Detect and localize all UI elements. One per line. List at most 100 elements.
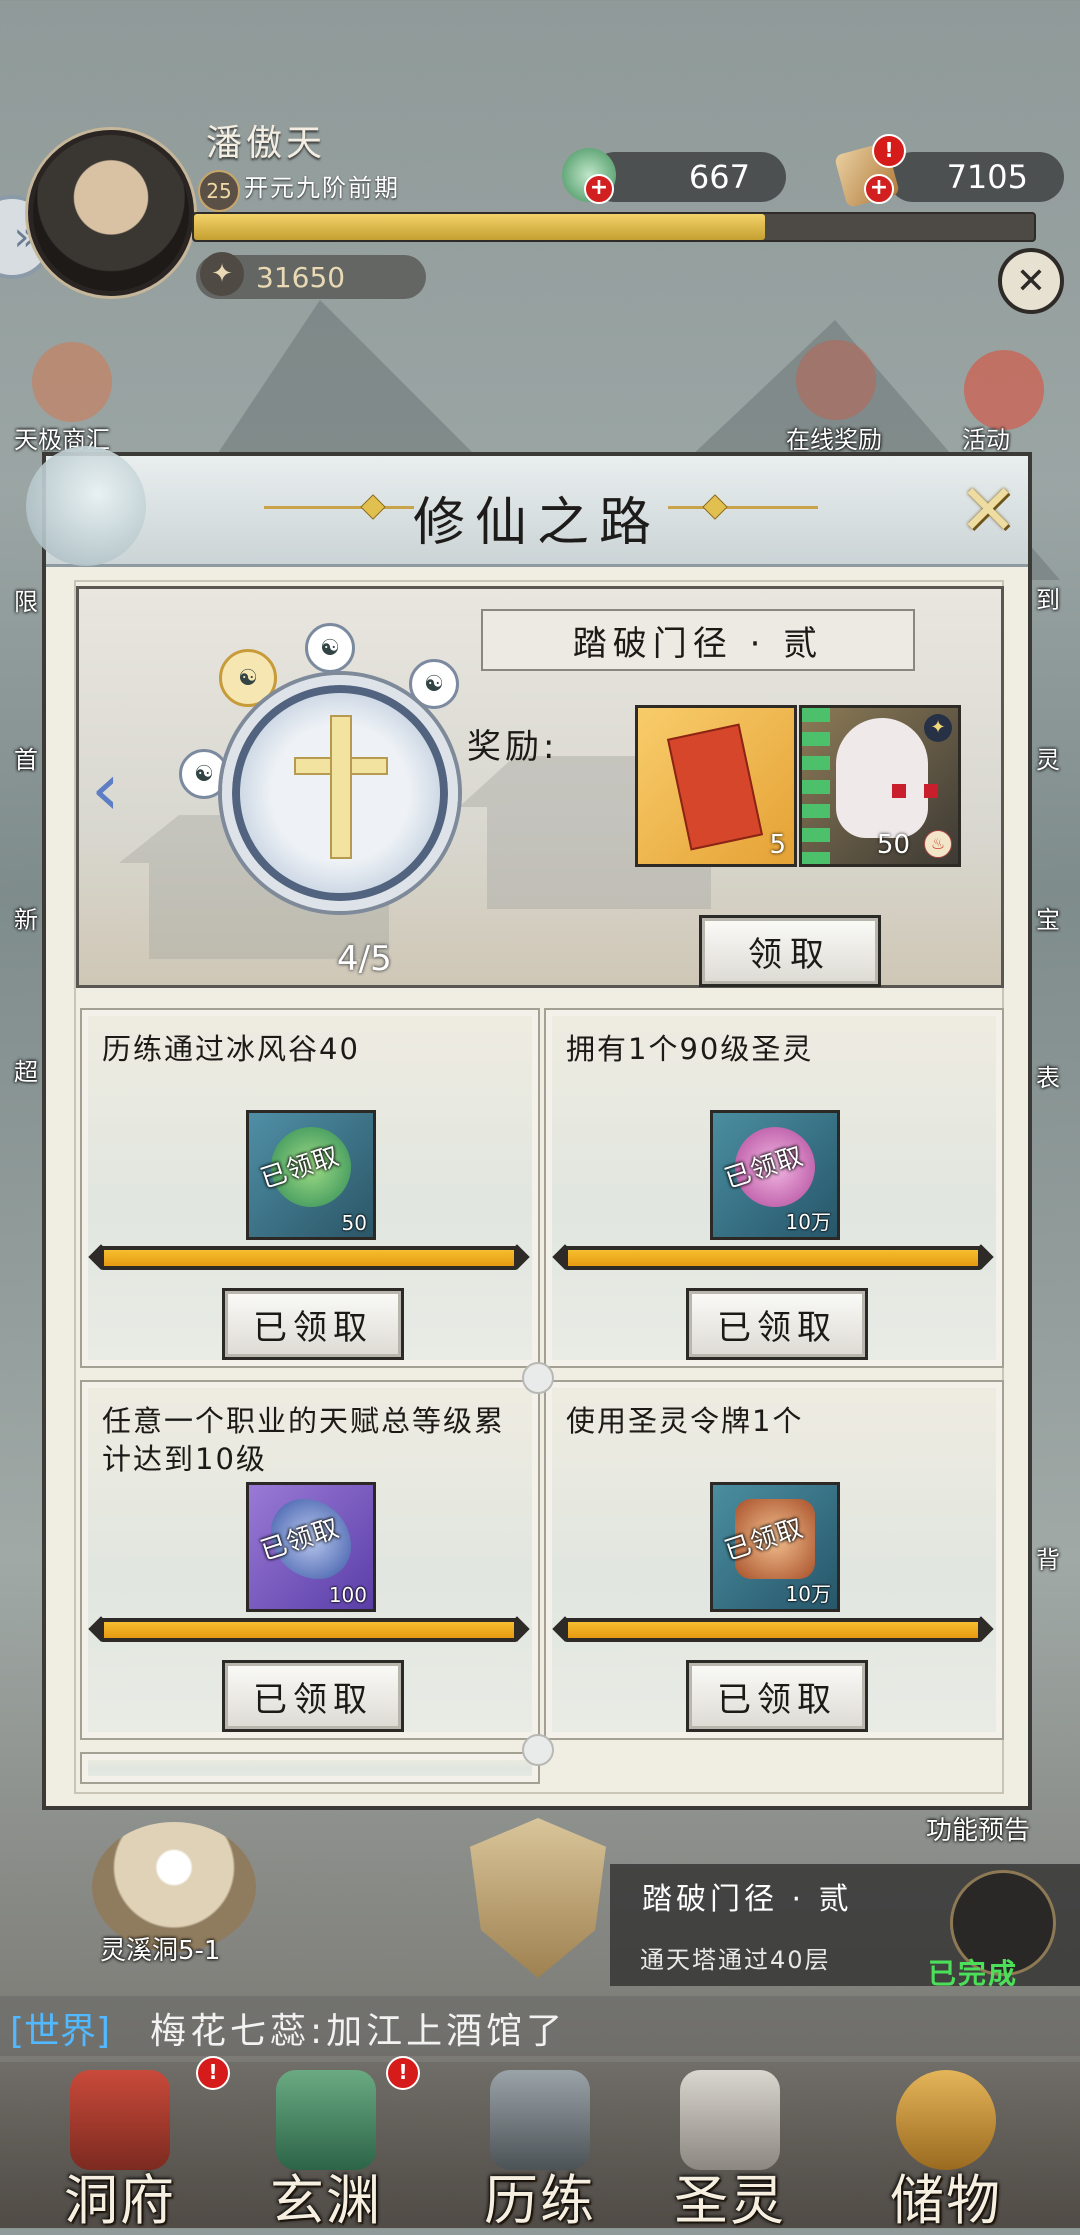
task-title: 历练通过冰风谷40	[102, 1032, 360, 1066]
stage-orb-icon: ☯	[305, 623, 355, 673]
fire-element-icon: ♨	[924, 830, 952, 858]
reward-count: 10万	[785, 1582, 831, 1606]
online-reward-icon[interactable]	[796, 340, 876, 420]
currency-jade: 667	[590, 152, 786, 202]
stage-panel: ‹ ☯ ☯ ☯ ☯ 4/5 踏破门径 · 贰 奖励: 5 ✦ ♨ 50 领取	[76, 586, 1004, 988]
task-reward-icon[interactable]: 已领取 50	[246, 1110, 376, 1240]
task-progress-fill	[568, 1622, 978, 1638]
claimed-button[interactable]: 已领取	[686, 1288, 868, 1360]
task-reward-icon[interactable]: 已领取 10万	[710, 1482, 840, 1612]
claim-stage-reward-button[interactable]: 领取	[699, 915, 881, 987]
modal-close-button[interactable]: ✕	[952, 469, 1024, 551]
combat-power-value: 31650	[256, 260, 346, 294]
side-label: 限	[14, 588, 38, 616]
exp-bar-fill	[194, 214, 766, 240]
previous-stage-arrow-icon[interactable]: ‹	[91, 747, 120, 831]
reward-count: 50	[341, 1211, 367, 1235]
stage-orb-icon: ☯	[409, 659, 459, 709]
world-chat-bar[interactable]: [世界] 梅花七蕊:加江上酒馆了	[0, 1996, 1080, 2056]
close-icon[interactable]: ✕	[998, 248, 1064, 314]
quest-status: 已完成	[928, 1957, 1019, 1990]
task-card: 任意一个职业的天赋总等级累计达到10级 已领取 100 已领取	[80, 1380, 540, 1740]
task-card: 拥有1个90级圣灵 已领取 10万 已领取	[544, 1008, 1004, 1368]
add-jade-button[interactable]: +	[584, 174, 614, 204]
side-label-activity: 活动	[962, 426, 1010, 454]
reward-count: 5	[769, 830, 786, 860]
side-label: 超	[14, 1058, 38, 1086]
reward-count: 100	[328, 1583, 367, 1607]
creature-eyes	[892, 784, 938, 798]
currency-jade-value: 667	[688, 158, 750, 196]
task-card: 使用圣灵令牌1个 已领取 10万 已领取	[544, 1380, 1004, 1740]
card-divider-dot	[522, 1734, 554, 1766]
nav-label: 圣灵	[674, 2169, 786, 2232]
nav-label: 洞府	[64, 2169, 176, 2232]
player-name: 潘傲天	[206, 123, 327, 164]
add-token-button[interactable]: +	[864, 174, 894, 204]
nav-trials[interactable]: 历练	[450, 2070, 630, 2232]
side-label: 到	[1036, 586, 1060, 614]
quest-description: 通天塔通过40层	[640, 1946, 831, 1974]
crossed-swords-shield-icon[interactable]	[470, 1818, 606, 1978]
task-title: 使用圣灵令牌1个	[566, 1404, 804, 1438]
task-reward-icon[interactable]: 已领取 10万	[710, 1110, 840, 1240]
notification-badge: !	[872, 134, 906, 168]
side-label: 表	[1036, 1064, 1060, 1092]
side-label: 背	[1036, 1546, 1060, 1574]
task-progress-bar	[88, 1616, 530, 1642]
shop-icon[interactable]	[32, 342, 112, 422]
claimed-button[interactable]: 已领取	[222, 1660, 404, 1732]
pavilion-icon	[70, 2070, 170, 2170]
reward-item-spirit[interactable]: ✦ ♨ 50	[799, 705, 961, 867]
modal-header: 修仙之路 ✕	[26, 446, 1028, 567]
task-card: 历练通过冰风谷40 已领取 50 已领取	[80, 1008, 540, 1368]
combat-power-icon: ✦	[200, 252, 244, 296]
quality-stripes	[802, 708, 830, 864]
task-reward-icon[interactable]: 已领取 100	[246, 1482, 376, 1612]
reward-item-red-scroll[interactable]: 5	[635, 705, 797, 867]
chat-message: 梅花七蕊:加江上酒馆了	[150, 2011, 567, 2052]
notification-badge: !	[196, 2056, 230, 2090]
notification-badge: !	[386, 2056, 420, 2090]
star-badge-icon: ✦	[924, 714, 952, 742]
cultivation-path-modal: 修仙之路 ✕ ‹ ☯ ☯ ☯ ☯ 4/5 踏破门径 · 贰 奖励: 5 ✦ ♨ …	[26, 446, 1032, 1810]
feature-preview-label[interactable]: 功能预告	[926, 1810, 1030, 1847]
task-progress-bar	[552, 1244, 994, 1270]
task-progress-fill	[104, 1622, 514, 1638]
reward-label: 奖励:	[467, 727, 559, 767]
spirit-creature-icon	[836, 718, 938, 838]
exp-bar	[192, 212, 1036, 242]
stage-name-banner: 踏破门径 · 贰	[481, 609, 915, 671]
dungeon-portal-label: 灵溪洞5-1	[100, 1936, 221, 1966]
nav-storage[interactable]: 储物	[856, 2070, 1036, 2232]
chat-channel: [世界]	[10, 2011, 111, 2052]
task-title: 拥有1个90级圣灵	[566, 1032, 814, 1066]
side-label: 灵	[1036, 746, 1060, 774]
side-label-online-reward: 在线奖励	[786, 426, 882, 454]
nav-label: 历练	[484, 2169, 596, 2232]
task-progress-bar	[552, 1616, 994, 1642]
side-label: 新	[14, 906, 38, 934]
sword-emblem-icon	[330, 715, 352, 859]
quest-title: 踏破门径 · 贰	[642, 1882, 853, 1917]
nav-xuanyuan[interactable]: ! 玄渊	[236, 2056, 420, 2232]
current-quest-panel[interactable]: 踏破门径 · 贰 通天塔通过40层 已完成	[610, 1864, 1080, 1990]
level-badge: 25	[198, 170, 240, 212]
nav-label: 储物	[890, 2169, 1002, 2232]
jade-dragon-icon	[276, 2070, 376, 2170]
task-progress-fill	[104, 1250, 514, 1266]
modal-title: 修仙之路	[412, 493, 661, 553]
nav-cave-dwelling[interactable]: ! 洞府	[30, 2056, 230, 2232]
player-avatar[interactable]	[28, 130, 194, 296]
reward-count: 50	[876, 830, 910, 860]
treasure-bag-icon	[896, 2070, 996, 2170]
claimed-button[interactable]: 已领取	[686, 1660, 868, 1732]
task-progress-bar	[88, 1244, 530, 1270]
sword-icon	[490, 2070, 590, 2170]
activity-icon[interactable]	[964, 350, 1044, 430]
stage-progress-count: 4/5	[337, 939, 392, 979]
tiger-icon	[680, 2070, 780, 2170]
stage-progress-ring	[222, 675, 458, 911]
claimed-button[interactable]: 已领取	[222, 1288, 404, 1360]
nav-holy-spirit[interactable]: 圣灵	[640, 2070, 820, 2232]
